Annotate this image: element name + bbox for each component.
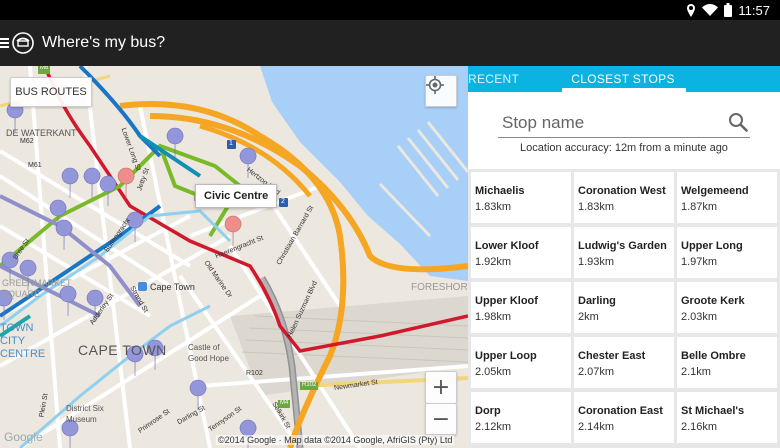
- bus-routes-button[interactable]: BUS ROUTES: [10, 77, 92, 107]
- status-time: 11:57: [738, 2, 770, 18]
- map-view[interactable]: DE WATERKANT CAPE TOWN Cape Town Castle …: [0, 66, 468, 448]
- road-label-m61: M61: [28, 162, 42, 169]
- stop-card[interactable]: St Michael's 2.16km: [677, 392, 777, 443]
- stop-distance: 2.1km: [681, 366, 711, 378]
- map-copyright[interactable]: ©2014 Google · Map data ©2014 Google, Af…: [216, 435, 455, 445]
- stops-panel: RECENT CLOSEST STOPS Location accuracy: …: [468, 66, 780, 448]
- stop-distance: 2km: [578, 311, 599, 323]
- stop-distance: 2.12km: [475, 421, 512, 433]
- stop-distance: 2.16km: [681, 421, 718, 433]
- stop-distance: 2.03km: [681, 311, 718, 323]
- stop-card[interactable]: Dorp 2.12km: [471, 392, 571, 443]
- stop-card[interactable]: Coronation West 1.83km: [574, 172, 674, 223]
- road-shield-m4: M4: [280, 400, 289, 406]
- road-shield-2: 2: [281, 198, 285, 205]
- location-icon: [687, 3, 696, 17]
- stop-name: Lower Kloof: [475, 240, 539, 252]
- stop-distance: 1.87km: [681, 201, 718, 213]
- map-label-castle: Castle of Good Hope: [188, 343, 229, 363]
- stop-card[interactable]: Michaelis 1.83km: [471, 172, 571, 223]
- stop-name: Upper Long: [681, 240, 743, 252]
- road-shield-r102: R102: [302, 382, 317, 388]
- app-bar: Where's my bus?: [0, 20, 780, 66]
- stop-name: Upper Loop: [475, 350, 537, 362]
- stop-card[interactable]: Coronation East 2.14km: [574, 392, 674, 443]
- stop-name: Ludwig's Garden: [578, 240, 667, 252]
- stop-distance: 1.97km: [681, 256, 718, 268]
- stop-card[interactable]: Belle Ombre 2.1km: [677, 337, 777, 388]
- app-screen: 11:57 Where's my bus? DE WATERKANT CAPE …: [0, 0, 780, 448]
- map-label-foreshore: FORESHORE: [411, 282, 468, 293]
- stop-search: [498, 108, 750, 138]
- stop-name: Darling: [578, 295, 616, 307]
- app-title: Where's my bus?: [42, 34, 166, 51]
- zoom-out-button[interactable]: −: [425, 403, 457, 435]
- menu-icon[interactable]: [0, 36, 10, 50]
- stop-name: St Michael's: [681, 405, 745, 417]
- map-label-city-centre: TOWN CITY CENTRE: [0, 322, 46, 360]
- stop-name: Upper Kloof: [475, 295, 538, 307]
- stop-name: Michaelis: [475, 185, 525, 197]
- stop-card[interactable]: Darling 2km: [574, 282, 674, 333]
- stops-grid: Michaelis 1.83km Coronation West 1.83km We…: [468, 169, 780, 448]
- stop-name: Coronation West: [578, 185, 666, 197]
- road-shield-m6: M6: [40, 66, 49, 71]
- road-shield-1: 1: [229, 140, 233, 147]
- stop-name: Chester East: [578, 350, 646, 362]
- stop-distance: 1.83km: [475, 201, 512, 213]
- battery-icon: [724, 3, 733, 17]
- tab-bar: RECENT CLOSEST STOPS: [468, 66, 780, 92]
- stop-card[interactable]: Upper Kloof 1.98km: [471, 282, 571, 333]
- zoom-in-button[interactable]: +: [425, 371, 457, 403]
- map-label-dewaterkant: DE WATERKANT: [6, 128, 77, 138]
- stop-distance: 1.93km: [578, 256, 615, 268]
- location-accuracy: Location accuracy: 12m from a minute ago: [520, 142, 728, 154]
- map-label-cape-town-station: Cape Town: [150, 282, 195, 292]
- status-bar: 11:57: [0, 0, 780, 20]
- crosshair-icon: [426, 76, 444, 94]
- stop-name: Dorp: [475, 405, 501, 417]
- google-logo: Google: [4, 430, 43, 444]
- stop-name: Belle Ombre: [681, 350, 746, 362]
- map-label-district-six: District Six Museum: [66, 404, 104, 424]
- stop-distance: 2.05km: [475, 366, 512, 378]
- stop-distance: 1.92km: [475, 256, 512, 268]
- status-icons: 11:57: [686, 2, 770, 18]
- stop-name: Coronation East: [578, 405, 663, 417]
- stop-card[interactable]: Ludwig's Garden 1.93km: [574, 227, 674, 278]
- stop-distance: 1.98km: [475, 311, 512, 323]
- wifi-icon: [702, 4, 719, 16]
- map-canvas: [0, 66, 468, 448]
- stop-card[interactable]: Upper Long 1.97km: [677, 227, 777, 278]
- stop-card[interactable]: Chester East 2.07km: [574, 337, 674, 388]
- map-label-greenmarket: GREENMARKET SQUARE: [2, 278, 72, 299]
- stop-callout[interactable]: Civic Centre: [195, 184, 278, 208]
- stop-name: Welgemeend: [681, 185, 749, 197]
- active-tab-indicator: [562, 88, 686, 92]
- road-label-r102: R102: [246, 370, 263, 377]
- tab-recent[interactable]: RECENT: [468, 66, 528, 92]
- stop-distance: 2.07km: [578, 366, 615, 378]
- map-label-cape-town: CAPE TOWN: [78, 342, 167, 358]
- stop-distance: 2.14km: [578, 421, 615, 433]
- stop-card[interactable]: Groote Kerk 2.03km: [677, 282, 777, 333]
- stop-card[interactable]: Upper Loop 2.05km: [471, 337, 571, 388]
- stop-name: Groote Kerk: [681, 295, 745, 307]
- my-location-button[interactable]: [425, 75, 457, 107]
- road-label-m62: M62: [20, 138, 34, 145]
- search-icon[interactable]: [728, 112, 748, 132]
- stop-distance: 1.83km: [578, 201, 615, 213]
- stop-card[interactable]: Lower Kloof 1.92km: [471, 227, 571, 278]
- stop-search-input[interactable]: [502, 110, 722, 136]
- stop-card[interactable]: Welgemeend 1.87km: [677, 172, 777, 223]
- bus-logo-icon[interactable]: [12, 32, 34, 54]
